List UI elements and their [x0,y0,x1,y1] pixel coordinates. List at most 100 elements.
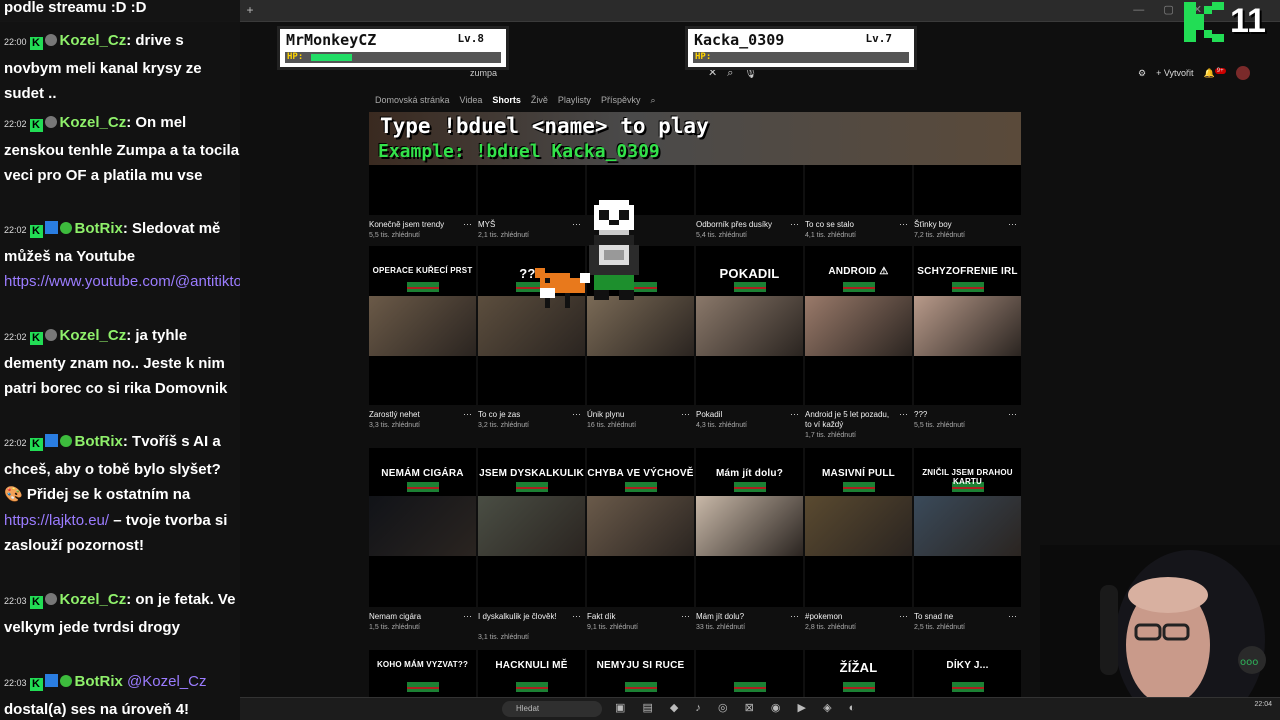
short-thumbnail[interactable]: OPERACE KUŘECÍ PRST [369,246,476,405]
more-options-icon[interactable]: ⋯ [681,409,690,420]
short-thumbnail[interactable]: NEMYJU SI RUCE [587,650,694,700]
tab-playlists[interactable]: Playlisty [558,95,591,106]
chat-message: 22:02 K BotRix: Sledovat mě můžeš na Youtu… [4,216,240,295]
more-options-icon[interactable]: ⋯ [1008,409,1017,420]
short-title[interactable]: To snad ne [914,612,1006,622]
more-options-icon[interactable]: ⋯ [899,611,908,622]
more-options-icon[interactable]: ⋯ [899,409,908,420]
short-title[interactable]: #pokemon [805,612,897,622]
cast-icon[interactable]: ⚙ [1138,68,1146,79]
short-title[interactable]: ??? [914,410,1006,420]
taskbar-clock[interactable]: 22:04 [1254,701,1272,709]
yt-header-actions: ⚙ + Vytvořit 🔔 9+ [1138,66,1250,80]
chat-previous-line: podle streamu :D :D [4,0,147,16]
short-title[interactable]: Šťinky boy [914,220,1006,230]
short-thumbnail[interactable]: JSEM DYSKALKULIK [478,448,585,607]
kick-badge-icon: K [29,225,43,238]
more-options-icon[interactable]: ⋯ [1008,219,1017,230]
tab-home[interactable]: Domovská stránka [375,95,450,106]
short-thumbnail[interactable]: ZNIČIL JSEM DRAHOU KARTU [914,448,1021,607]
player1-name: MrMonkeyCZ [286,31,377,49]
short-thumbnail[interactable]: SCHYZOFRENIE IRL [914,246,1021,405]
more-options-icon[interactable]: ⋯ [1008,611,1017,622]
kick-logo-icon [1184,2,1224,42]
short-title[interactable]: To co se stalo [805,220,897,230]
thumbnail-photo [478,496,585,556]
short-title[interactable]: Konečně jsem trendy [369,220,461,230]
chat-username[interactable]: Kozel_Cz [60,114,127,131]
chat-username[interactable]: BotRix [75,673,123,690]
short-title[interactable]: I dyskalkulik je člověk! [478,612,570,622]
tab-shorts[interactable]: Shorts [492,95,521,106]
more-options-icon[interactable]: ⋯ [572,611,581,622]
short-views: 4,3 tis. zhlédnutí [696,422,747,429]
more-options-icon[interactable]: ⋯ [899,219,908,230]
more-options-icon[interactable]: ⋯ [463,219,472,230]
short-thumbnail[interactable]: HACKNULI MĚ [478,650,585,700]
live-badge-icon [734,482,766,492]
chat-username[interactable]: BotRix [75,220,123,237]
chat-username[interactable]: Kozel_Cz [60,32,127,49]
yt-search-input[interactable]: zumpa [470,68,730,82]
short-thumbnail[interactable]: CHYBA VE VÝCHOVĚ [587,448,694,607]
search-icon[interactable]: ⌕ [650,95,655,106]
thumbnail-title: ŽÍŽAL [839,660,878,675]
chat-username[interactable]: Kozel_Cz [60,591,127,608]
chat-time: 22:03 [4,678,27,688]
thumbnail-title: POKADIL [719,266,780,281]
chat-message: 22:02 K Kozel_Cz: On mel zenskou tenhle Zu… [4,110,240,189]
short-views: 3,1 tis. zhlédnutí [478,634,529,641]
short-thumbnail[interactable]: POKADIL [696,246,803,405]
user-badge-icon [44,34,57,46]
short-title[interactable]: Pokadil [696,410,788,420]
tab-live[interactable]: Živě [531,95,548,106]
more-options-icon[interactable]: ⋯ [463,409,472,420]
more-options-icon[interactable]: ⋯ [463,611,472,622]
chat-username[interactable]: Kozel_Cz [60,327,127,344]
tab-videos[interactable]: Videa [460,95,483,106]
short-title[interactable]: Únik plynu [587,410,679,420]
new-tab-button[interactable]: + [240,3,260,19]
chat-link[interactable]: https://lajkto.eu/ [4,512,109,529]
short-thumbnail[interactable]: ŽÍŽAL [805,650,912,700]
short-title[interactable]: Android je 5 let pozadu, to ví každý [805,410,897,430]
chat-link[interactable]: @Kozel_Cz [127,673,206,690]
thumbnail-photo [587,296,694,356]
pixel-skull-character [589,200,639,300]
short-title[interactable]: To co je zas [478,410,570,420]
short-thumbnail[interactable]: NEMÁM CIGÁRA [369,448,476,607]
short-title[interactable]: Odborník přes dusíky [696,220,788,230]
more-options-icon[interactable]: ⋯ [681,611,690,622]
short-title[interactable]: Zarostlý nehet [369,410,461,420]
short-title[interactable]: Fakt dík [587,612,679,622]
short-thumbnail[interactable]: Mám jít dolu? [696,448,803,607]
short-thumbnail[interactable] [696,650,803,700]
chat-username[interactable]: BotRix [75,433,123,450]
short-title[interactable]: MYŠ [478,220,570,230]
short-thumbnail[interactable]: ANDROID ⚠ [805,246,912,405]
thumbnail-title: DÍKY J... [946,660,989,671]
short-thumbnail[interactable]: MASIVNÍ PULL [805,448,912,607]
tab-posts[interactable]: Příspěvky [601,95,641,106]
short-title[interactable]: Nemam cigára [369,612,461,622]
player1-hp-bar: HP: [285,52,501,63]
chat-link[interactable]: https://www.youtube.com/@antitiktokercz [4,273,240,290]
short-title[interactable]: Mám jít dolu? [696,612,788,622]
short-thumbnail[interactable]: DÍKY J... [914,650,1021,700]
kick-badge-icon: K [29,332,43,345]
taskbar-apps[interactable]: ▣ ▤ ◆ ♪ ◎ ⊠ ◉ ▶ ◈ ◐ [615,701,862,714]
avatar[interactable] [1235,66,1250,80]
bot-badge-icon [44,221,58,234]
thumbnail-title: NEMÁM CIGÁRA [381,468,464,479]
thumbnail-photo [914,496,1021,556]
more-options-icon[interactable]: ⋯ [790,409,799,420]
short-thumbnail[interactable]: KOHO MÁM VYZVAT?? [369,650,476,700]
more-options-icon[interactable]: ⋯ [572,219,581,230]
short-views: 7,2 tis. zhlédnutí [914,232,965,239]
notifications-icon[interactable]: 🔔 9+ [1204,67,1226,79]
more-options-icon[interactable]: ⋯ [790,611,799,622]
more-options-icon[interactable]: ⋯ [790,219,799,230]
create-button[interactable]: + Vytvořit [1156,68,1193,78]
more-options-icon[interactable]: ⋯ [572,409,581,420]
taskbar-search[interactable]: Hledat [502,701,602,717]
